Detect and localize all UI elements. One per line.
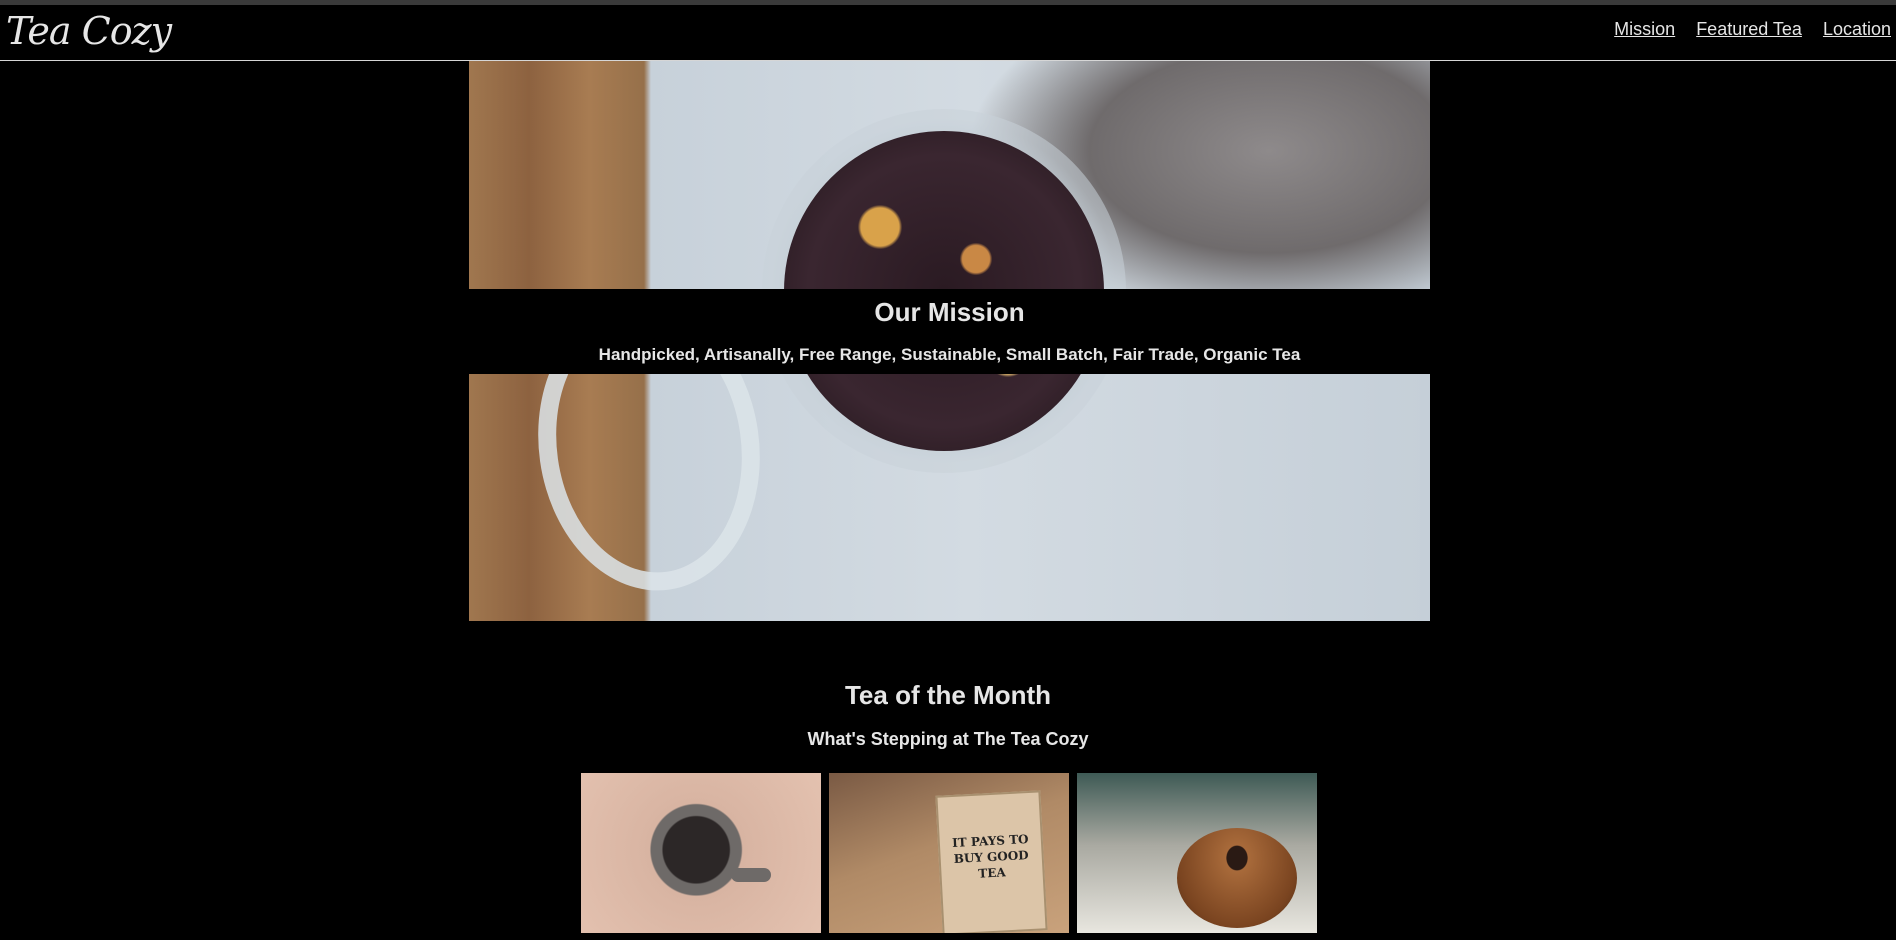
main-nav: Mission Featured Tea Location [1614, 19, 1891, 40]
tea-cup-image[interactable] [581, 773, 821, 933]
donut-image[interactable] [1077, 773, 1317, 933]
mission-subtitle: Handpicked, Artisanally, Free Range, Sus… [598, 345, 1301, 364]
nav-link-featured-tea[interactable]: Featured Tea [1696, 19, 1802, 40]
tea-of-month-subtitle: What's Stepping at The Tea Cozy [807, 729, 1089, 749]
tea-box-image[interactable]: IT PAYS TO BUY GOOD TEA [829, 773, 1069, 933]
tea-of-month-title: Tea of the Month [844, 680, 1052, 710]
mission-band: Our Mission Handpicked, Artisanally, Fre… [469, 289, 1430, 374]
donut [1177, 828, 1297, 928]
mission-title: Our Mission [874, 297, 1025, 327]
tea-of-the-month-section: Tea of the Month What's Stepping at The … [0, 680, 1896, 750]
mission-hero: Our Mission Handpicked, Artisanally, Fre… [469, 61, 1430, 621]
site-logo[interactable]: Tea Cozy [6, 9, 172, 53]
featured-tea-tiles: IT PAYS TO BUY GOOD TEA [581, 773, 1317, 933]
site-header: Tea Cozy Mission Featured Tea Location [0, 5, 1896, 61]
nav-link-mission[interactable]: Mission [1614, 19, 1675, 40]
tea-box-label: IT PAYS TO BUY GOOD TEA [935, 790, 1048, 933]
nav-link-location[interactable]: Location [1823, 19, 1891, 40]
